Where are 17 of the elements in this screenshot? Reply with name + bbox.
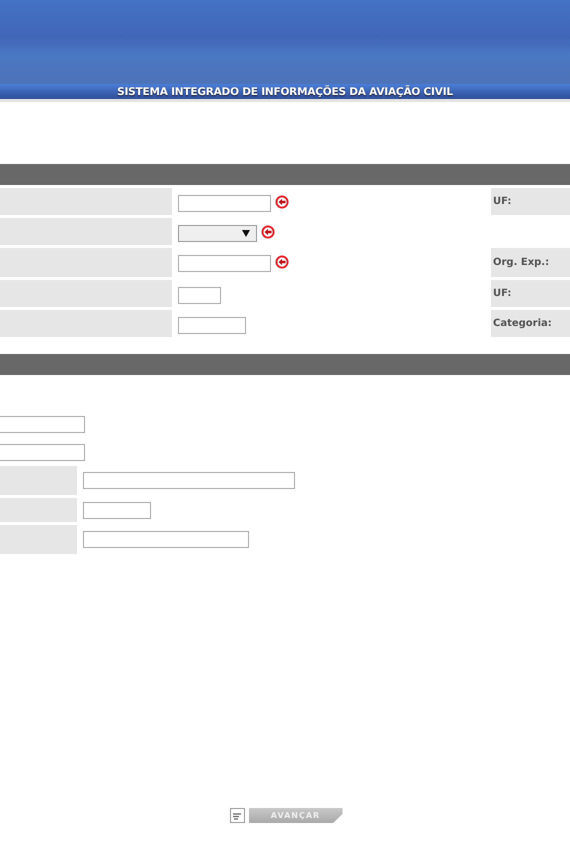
caret-icon bbox=[242, 230, 250, 237]
text-field[interactable] bbox=[83, 502, 151, 519]
text-field[interactable] bbox=[83, 531, 249, 548]
text-field[interactable] bbox=[178, 255, 271, 272]
text-field[interactable] bbox=[178, 287, 221, 304]
next-button[interactable]: AVANÇAR bbox=[248, 808, 342, 823]
dropdown-field[interactable] bbox=[178, 225, 257, 242]
field-label: Categoria: bbox=[493, 318, 552, 329]
field-label: UF: bbox=[493, 196, 512, 207]
text-field[interactable] bbox=[178, 195, 271, 212]
text-field[interactable] bbox=[83, 472, 295, 489]
text-field[interactable] bbox=[0, 416, 85, 433]
field-label: UF: bbox=[493, 288, 512, 299]
system-title: SISTEMA INTEGRADO DE INFORMAÇÕES DA AVIAÇÃO CIVIL bbox=[117, 86, 453, 98]
text-field[interactable] bbox=[0, 444, 85, 461]
text-field[interactable] bbox=[178, 317, 246, 334]
field-label: Org. Exp.: bbox=[493, 257, 550, 268]
